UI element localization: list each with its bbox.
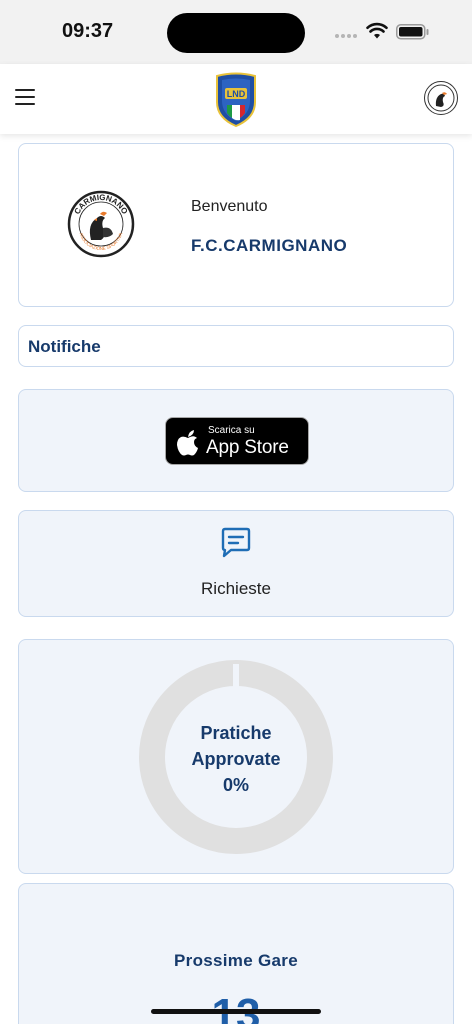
app-store-button[interactable]: Scarica su App Store [165,417,309,465]
wifi-icon [366,22,388,39]
chat-message-icon [221,527,251,558]
requests-label: Richieste [201,579,271,598]
upcoming-matches-title: Prossime Gare [174,951,298,970]
lnd-logo-text: LND [227,89,246,99]
requests-card[interactable]: Richieste [18,510,454,617]
practices-line2: Approvate [191,749,281,769]
club-name: F.C.CARMIGNANO [191,236,348,255]
club-logo: CARMIGNANO ASSOCIAZIONE SPORTIVA [67,190,135,258]
welcome-card: CARMIGNANO ASSOCIAZIONE SPORTIVA Benvenu… [18,143,454,307]
welcome-greeting: Benvenuto [191,198,268,215]
battery-icon [396,24,429,40]
notifications-card[interactable]: Notifiche [18,325,454,367]
approved-practices-card: Pratiche Approvate 0% [18,639,454,874]
apple-icon [177,430,198,456]
club-avatar[interactable] [424,81,458,115]
practices-percent: 0% [222,775,249,795]
upcoming-matches-count: 13 [211,990,261,1024]
practices-line1: Pratiche [200,723,272,743]
club-avatar-logo [427,84,455,112]
upcoming-matches-card[interactable]: Prossime Gare 13 [18,883,454,1024]
main-content[interactable]: CARMIGNANO ASSOCIAZIONE SPORTIVA Benvenu… [0,134,472,1024]
app-header: LND [0,64,472,134]
status-time: 09:37 [62,20,114,42]
notifications-title: Notifiche [28,337,101,356]
status-bar: 09:37 [0,0,472,64]
app-store-card: Scarica su App Store [18,389,454,492]
app-store-big-text: App Store [206,437,289,458]
app-store-small-text: Scarica su [208,425,255,436]
cellular-signal-icon [335,34,357,38]
hamburger-menu-icon[interactable] [15,89,35,105]
dynamic-island [167,13,305,53]
home-indicator [151,1009,321,1014]
approved-practices-label: Pratiche Approvate 0% [19,720,453,798]
lnd-logo: LND [216,72,256,128]
